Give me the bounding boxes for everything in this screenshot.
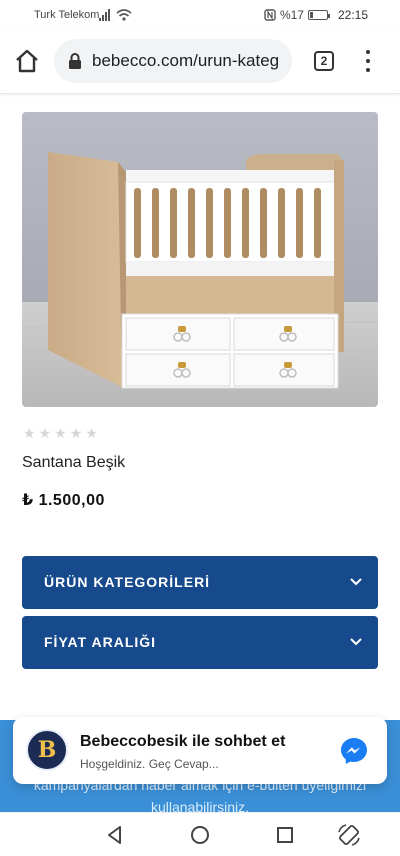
status-bar: Turk Telekom %17 22:15 [0,0,400,30]
rating-star-icon: ★ [85,425,98,441]
home-icon[interactable] [14,48,40,74]
battery-fill [309,12,313,18]
rating-star-icon: ★ [54,425,67,441]
product-image[interactable] [22,112,378,407]
nfc-icon [264,9,276,21]
crib-illustration [22,112,378,407]
battery-percent: %17 [279,8,304,22]
more-vert-icon[interactable] [364,50,372,72]
accordion-product-categories[interactable]: ÜRÜN KATEGORİLERİ [22,556,378,609]
tab-switcher-button[interactable]: 2 [314,51,334,71]
messenger-icon[interactable] [339,736,369,766]
nav-recents-icon[interactable] [273,823,297,847]
chat-subtitle: Hoşgeldiniz. Geç Cevap... [80,757,219,771]
accordion-label: ÜRÜN KATEGORİLERİ [44,574,211,590]
chevron-down-icon [350,638,362,646]
carrier-name: Turk Telekom [34,9,100,21]
lock-icon [69,53,81,69]
system-navigation-bar [0,812,400,856]
messenger-chat-popup[interactable]: B Bebeccobesik ile sohbet et Hoşgeldiniz… [13,717,387,784]
status-right: %17 22:15 [264,8,368,22]
battery-icon [307,10,330,20]
url-text[interactable]: bebecco.com/urun-kateg [92,51,279,71]
browser-toolbar: bebecco.com/urun-kateg 2 [0,30,400,94]
address-bar[interactable]: bebecco.com/urun-kateg [54,39,292,83]
rating-star-icon: ★ [69,425,83,441]
rating-star-icon: ★ [23,425,36,441]
clock: 22:15 [337,8,368,22]
avatar: B [26,729,68,771]
chevron-down-icon [350,578,362,586]
nav-back-icon[interactable] [103,823,127,847]
chat-title: Bebeccobesik ile sohbet et [80,733,286,750]
accordion-label: FİYAT ARALIĞI [44,634,157,650]
signal-wifi-icon [99,9,132,21]
product-price: ₺ 1.500,00 [22,492,105,509]
rotate-icon[interactable] [337,823,361,847]
product-title[interactable]: Santana Beşik [22,454,125,472]
rating-star-icon: ★ [38,425,52,441]
nav-home-icon[interactable] [188,823,212,847]
product-rating: ★ ★ ★ ★ ★ [23,425,98,442]
accordion-price-range[interactable]: FİYAT ARALIĞI [22,616,378,669]
